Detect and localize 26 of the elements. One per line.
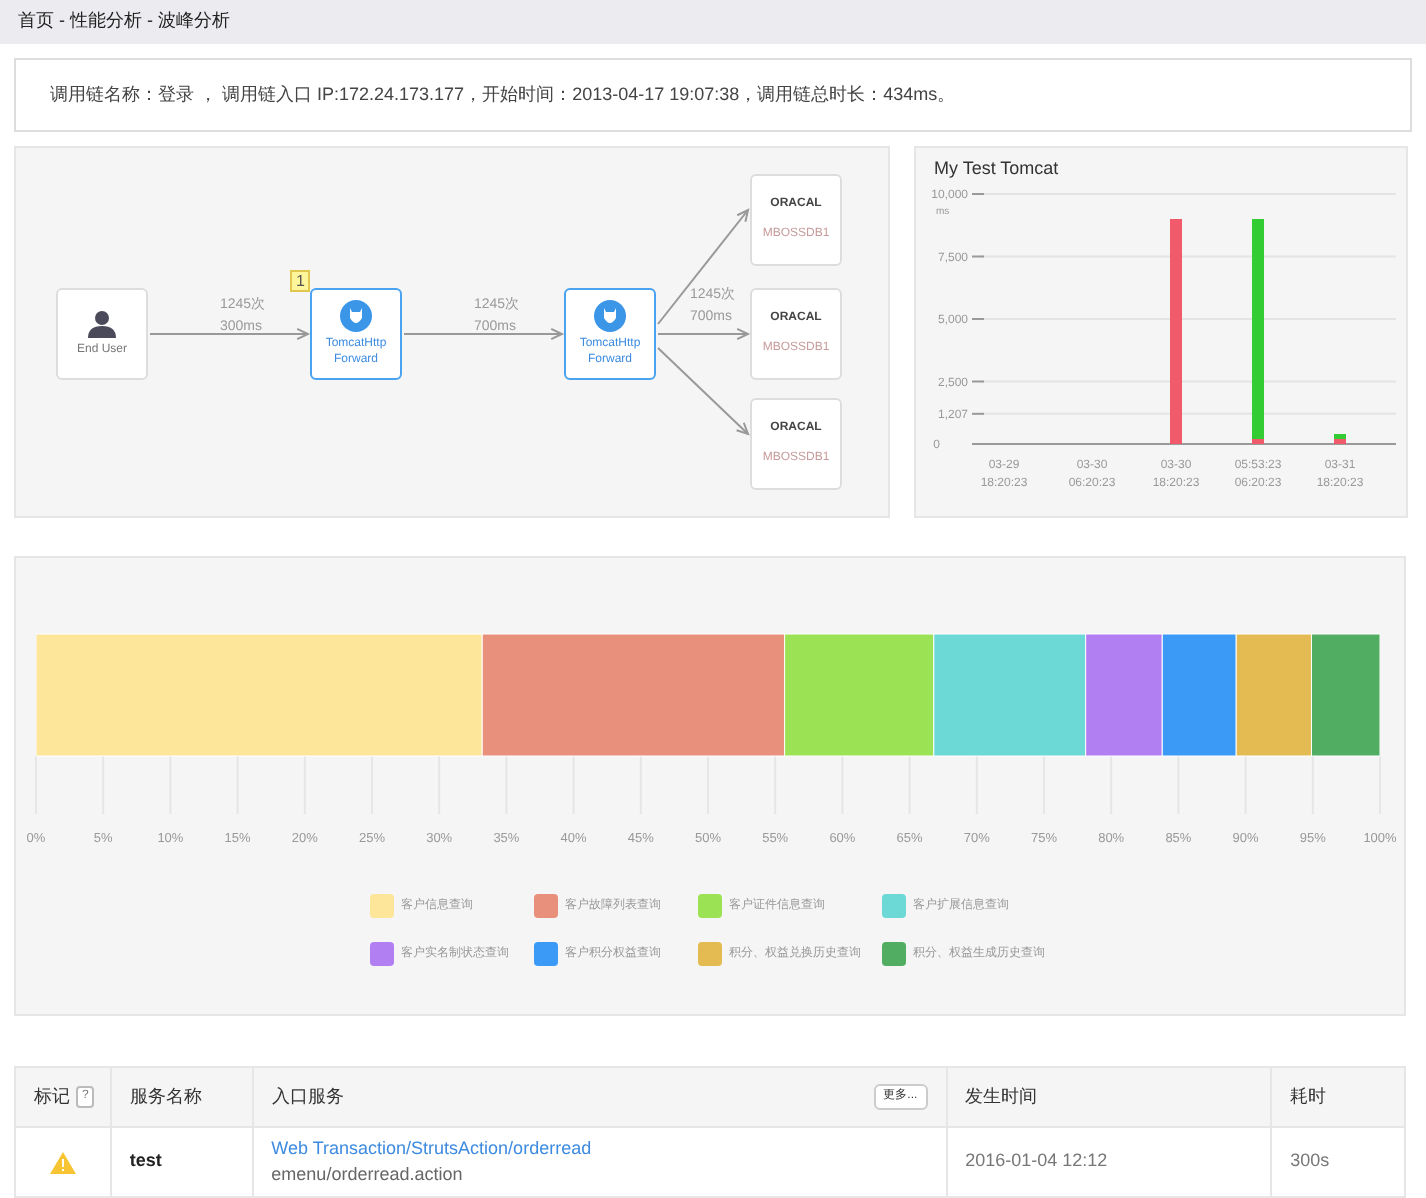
tick-mark [971, 192, 985, 194]
column-header: 发生时间 [965, 1083, 1038, 1110]
entry-path: emenu/orderread.action [271, 1162, 465, 1188]
cat-logo-icon [594, 300, 626, 332]
duration: 300s [1290, 1148, 1330, 1175]
arrow [657, 347, 750, 436]
tick-mark [971, 317, 985, 319]
bar-segment [1161, 633, 1237, 757]
column-header: 耗时 [1290, 1083, 1327, 1110]
tick-mark [971, 411, 985, 414]
tick-mark [971, 379, 985, 382]
cat-logo-icon [340, 300, 372, 332]
summary-text: 调用链名称：登录 ， 调用链入口 IP:172.24.173.177，开始时间：2013-04-17 19:07:38，调用链总时长：434ms。 [50, 81, 956, 108]
bar-segment [1310, 633, 1381, 757]
bar-segment [1235, 633, 1312, 757]
tick-mark [971, 254, 985, 257]
chart-title: My Test Tomcat [932, 156, 1061, 182]
breadcrumb: 首页 - 性能分析 - 波峰分析 [18, 8, 230, 35]
column-header: 入口服务 [271, 1083, 344, 1110]
column-header: 标记 [34, 1083, 70, 1110]
entry-service-link[interactable]: Web Transaction/StrutsAction/orderread [271, 1135, 928, 1162]
column-header: 服务名称 [130, 1083, 202, 1110]
service-name: test [129, 1148, 162, 1175]
person-icon [88, 310, 116, 338]
count-badge: 1 [290, 270, 311, 292]
occurred-time: 2016-01-04 12:12 [965, 1148, 1108, 1175]
